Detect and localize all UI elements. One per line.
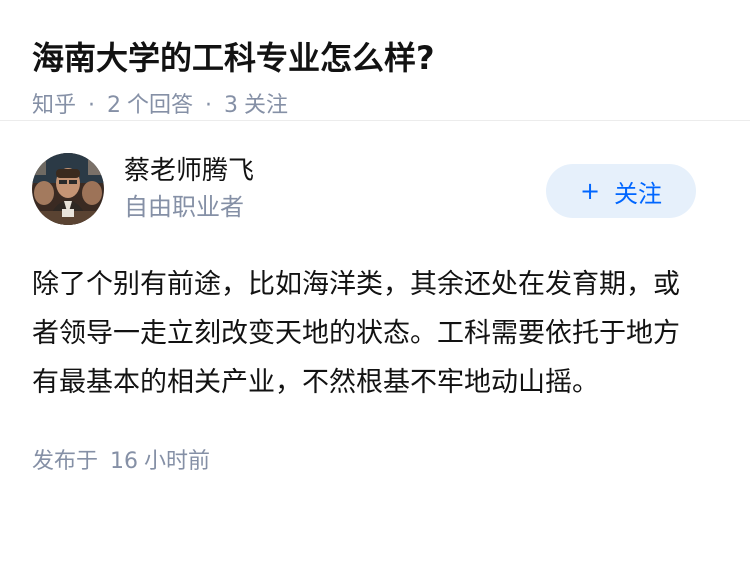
question-meta: 知乎 · 2 个回答 · 3 关注 — [32, 86, 718, 126]
author-name[interactable]: 蔡老师腾飞 — [124, 153, 254, 189]
time-unit: 小时前 — [144, 449, 211, 474]
follow-button[interactable]: + 关注 — [546, 164, 696, 218]
follow-count: 3 — [224, 93, 239, 118]
answer-count: 2 — [107, 93, 122, 118]
separator-dot: · — [88, 93, 96, 118]
avatar-photo-icon — [32, 153, 104, 225]
answer-time: 发布于 16 小时前 — [32, 446, 718, 478]
time-prefix: 发布于 — [32, 449, 99, 474]
question-title[interactable]: 海南大学的工科专业怎么样? — [32, 30, 718, 86]
answer-card: 蔡老师腾飞 自由职业者 + 关注 除了个别有前途，比如海洋类，其余还处在发育期，… — [0, 121, 750, 478]
time-value: 16 — [110, 449, 139, 474]
follow-count-label: 关注 — [244, 93, 289, 118]
author-info: 蔡老师腾飞 自由职业者 — [124, 153, 254, 225]
source-label[interactable]: 知乎 — [32, 86, 76, 126]
separator-dot: · — [205, 93, 213, 118]
plus-icon: + — [579, 177, 601, 205]
author-avatar[interactable] — [32, 153, 104, 225]
author-headline: 自由职业者 — [124, 193, 244, 221]
question-header: 海南大学的工科专业怎么样? 知乎 · 2 个回答 · 3 关注 — [0, 0, 750, 121]
author-row: 蔡老师腾飞 自由职业者 + 关注 — [32, 121, 718, 245]
answer-count-label: 个回答 — [127, 93, 194, 118]
answer-content[interactable]: 除了个别有前途，比如海洋类，其余还处在发育期，或者领导一走立刻改变天地的状态。工… — [32, 260, 704, 407]
follow-button-label: 关注 — [614, 179, 663, 208]
